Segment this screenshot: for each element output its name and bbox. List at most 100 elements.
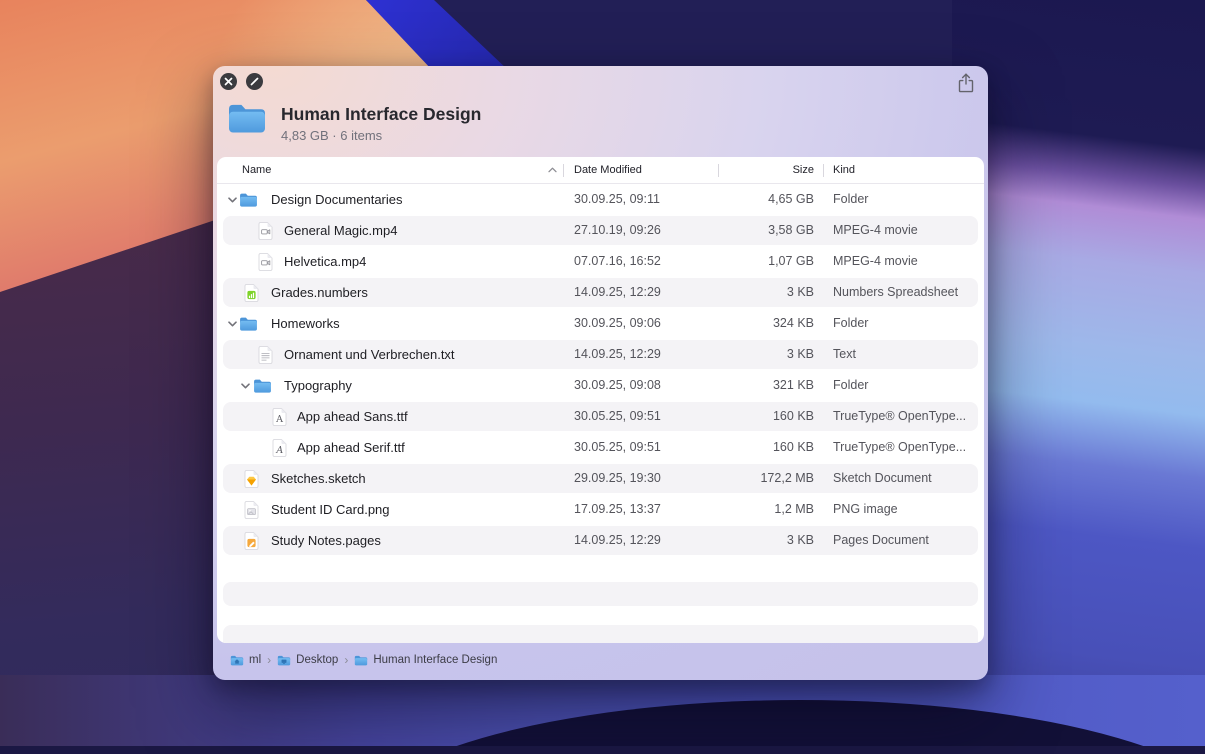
breadcrumb-separator: › [344, 653, 348, 667]
table-row[interactable]: App ahead Sans.ttf 30.05.25, 09:51 160 K… [217, 401, 984, 432]
breadcrumb-item-home[interactable]: ml [230, 654, 261, 666]
movie-file-icon [258, 221, 273, 240]
date-modified: 07.07.16, 16:52 [574, 246, 661, 277]
chevron-down-icon[interactable] [228, 321, 237, 327]
prohibit-button[interactable] [246, 73, 263, 90]
breadcrumb-item-current-folder[interactable]: Human Interface Design [354, 654, 497, 666]
breadcrumb-label: ml [249, 654, 261, 666]
desktop: { "window": { "title": "Human Interface … [0, 0, 1205, 754]
font-file-icon [272, 407, 287, 426]
column-header-size[interactable]: Size [672, 157, 814, 184]
table-row[interactable]: Design Documentaries 30.09.25, 09:11 4,6… [217, 184, 984, 215]
breadcrumb-item-desktop[interactable]: Desktop [277, 654, 338, 666]
column-divider [823, 164, 824, 177]
file-kind: MPEG-4 movie [833, 246, 981, 277]
table-body: Design Documentaries 30.09.25, 09:11 4,6… [217, 184, 984, 556]
file-name: Typography [284, 370, 352, 401]
file-size: 172,2 MB [672, 463, 814, 494]
sketch-file-icon [244, 469, 259, 488]
file-kind: TrueType® OpenType... [833, 432, 981, 463]
home-folder-icon [230, 655, 244, 666]
text-file-icon [258, 345, 273, 364]
file-size: 3 KB [672, 277, 814, 308]
desktop-wallpaper [0, 746, 1205, 754]
file-name: Design Documentaries [271, 184, 403, 215]
file-kind: TrueType® OpenType... [833, 401, 981, 432]
table-row[interactable]: Typography 30.09.25, 09:08 321 KB Folder [217, 370, 984, 401]
file-kind: Folder [833, 184, 981, 215]
file-name: Grades.numbers [271, 277, 368, 308]
preview-window: Human Interface Design 4,83 GB · 6 items… [213, 66, 988, 680]
column-header-date-modified[interactable]: Date Modified [574, 157, 642, 184]
column-header-kind[interactable]: Kind [833, 157, 855, 184]
folder-icon [239, 192, 258, 207]
page-subtitle: 4,83 GB · 6 items [281, 128, 382, 143]
page-title: Human Interface Design [281, 104, 481, 125]
folder-icon [354, 655, 368, 666]
breadcrumb-label: Human Interface Design [373, 654, 497, 666]
file-size: 324 KB [672, 308, 814, 339]
table-row[interactable]: Ornament und Verbrechen.txt 14.09.25, 12… [217, 339, 984, 370]
numbers-file-icon [244, 283, 259, 302]
file-kind: Folder [833, 370, 981, 401]
file-size: 1,2 MB [672, 494, 814, 525]
pages-file-icon [244, 531, 259, 550]
table-row[interactable]: Grades.numbers 14.09.25, 12:29 3 KB Numb… [217, 277, 984, 308]
image-file-icon [244, 500, 259, 519]
file-size: 3,58 GB [672, 215, 814, 246]
folder-icon [239, 316, 258, 331]
file-name: App ahead Serif.ttf [297, 432, 405, 463]
table-row[interactable]: Sketches.sketch 29.09.25, 19:30 172,2 MB… [217, 463, 984, 494]
table-row[interactable]: Helvetica.mp4 07.07.16, 16:52 1,07 GB MP… [217, 246, 984, 277]
file-name: General Magic.mp4 [284, 215, 397, 246]
file-list: Name Date Modified Size Kind Design Docu… [217, 157, 984, 643]
folder-icon [253, 378, 272, 393]
table-row[interactable]: Homeworks 30.09.25, 09:06 324 KB Folder [217, 308, 984, 339]
file-size: 321 KB [672, 370, 814, 401]
breadcrumb-separator: › [267, 653, 271, 667]
file-size: 1,07 GB [672, 246, 814, 277]
prohibit-icon [250, 77, 259, 86]
file-size: 160 KB [672, 432, 814, 463]
date-modified: 14.09.25, 12:29 [574, 525, 661, 556]
share-button[interactable] [956, 72, 976, 94]
date-modified: 30.09.25, 09:06 [574, 308, 661, 339]
date-modified: 14.09.25, 12:29 [574, 277, 661, 308]
close-icon [224, 77, 233, 86]
close-button[interactable] [220, 73, 237, 90]
table-row[interactable]: Study Notes.pages 14.09.25, 12:29 3 KB P… [217, 525, 984, 556]
file-name: Helvetica.mp4 [284, 246, 366, 277]
file-name: Student ID Card.png [271, 494, 390, 525]
file-name: Homeworks [271, 308, 340, 339]
breadcrumb-label: Desktop [296, 654, 338, 666]
file-kind: Numbers Spreadsheet [833, 277, 981, 308]
movie-file-icon [258, 252, 273, 271]
share-icon [956, 72, 976, 94]
date-modified: 29.09.25, 19:30 [574, 463, 661, 494]
desktop-wallpaper [0, 200, 215, 754]
file-size: 4,65 GB [672, 184, 814, 215]
desktop-wallpaper [952, 0, 1205, 754]
column-divider [563, 164, 564, 177]
date-modified: 27.10.19, 09:26 [574, 215, 661, 246]
file-kind: PNG image [833, 494, 981, 525]
date-modified: 30.09.25, 09:11 [574, 184, 660, 215]
chevron-down-icon[interactable] [241, 383, 250, 389]
table-row[interactable]: Student ID Card.png 17.09.25, 13:37 1,2 … [217, 494, 984, 525]
file-size: 3 KB [672, 525, 814, 556]
date-modified: 30.05.25, 09:51 [574, 401, 661, 432]
breadcrumb: ml › Desktop › Human Interface Design [230, 651, 497, 669]
table-row[interactable]: General Magic.mp4 27.10.19, 09:26 3,58 G… [217, 215, 984, 246]
file-kind: Folder [833, 308, 981, 339]
empty-row [223, 582, 978, 606]
table-row[interactable]: App ahead Serif.ttf 30.05.25, 09:51 160 … [217, 432, 984, 463]
file-kind: MPEG-4 movie [833, 215, 981, 246]
file-kind: Sketch Document [833, 463, 981, 494]
column-header-name[interactable]: Name [242, 157, 271, 184]
chevron-down-icon[interactable] [228, 197, 237, 203]
file-size: 3 KB [672, 339, 814, 370]
file-size: 160 KB [672, 401, 814, 432]
file-kind: Pages Document [833, 525, 981, 556]
date-modified: 14.09.25, 12:29 [574, 339, 661, 370]
file-name: Sketches.sketch [271, 463, 366, 494]
